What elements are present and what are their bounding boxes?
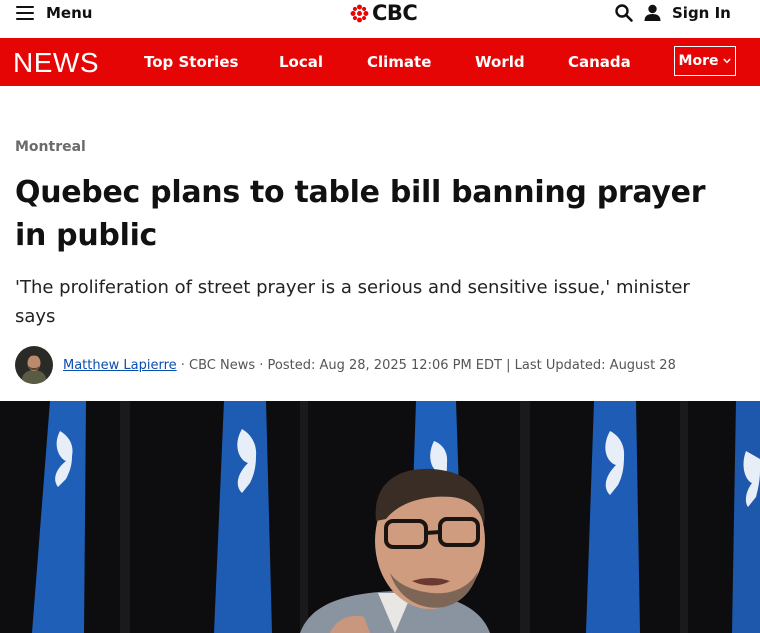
- hamburger-icon: [16, 6, 34, 20]
- nav-item-world[interactable]: World: [475, 53, 525, 71]
- user-icon: [644, 4, 661, 21]
- cbc-gem-icon: [350, 4, 369, 22]
- byline-meta: · CBC News · Posted: Aug 28, 2025 12:06 …: [176, 357, 676, 373]
- news-nav-bar: NEWS Top Stories Local Climate World Can…: [0, 38, 760, 86]
- top-bar: Menu CBC Sign In: [0, 0, 760, 38]
- menu-label: Menu: [46, 4, 93, 22]
- cbc-logo-text: CBC: [372, 1, 418, 25]
- article-headline: Quebec plans to table bill banning praye…: [15, 175, 706, 253]
- news-logo[interactable]: NEWS: [13, 47, 99, 79]
- nav-item-local[interactable]: Local: [279, 53, 323, 71]
- menu-button[interactable]: Menu: [16, 3, 92, 23]
- more-label: More: [678, 53, 719, 69]
- nav-item-climate[interactable]: Climate: [367, 53, 431, 71]
- sign-in-label: Sign In: [672, 4, 731, 22]
- byline: Matthew Lapierre · CBC News · Posted: Au…: [15, 346, 676, 384]
- cbc-logo[interactable]: CBC: [350, 1, 418, 25]
- author-avatar[interactable]: [15, 346, 53, 384]
- nav-item-top-stories[interactable]: Top Stories: [144, 53, 238, 71]
- more-button[interactable]: More: [674, 46, 736, 76]
- article-deck: 'The proliferation of street prayer is a…: [15, 277, 690, 327]
- section-label[interactable]: Montreal: [15, 139, 86, 155]
- lead-photo: [0, 401, 760, 633]
- author-link[interactable]: Matthew Lapierre: [63, 358, 177, 373]
- sign-in-button[interactable]: Sign In: [644, 3, 731, 23]
- chevron-down-icon: [723, 58, 731, 64]
- search-icon[interactable]: [614, 3, 634, 23]
- nav-item-canada[interactable]: Canada: [568, 53, 631, 71]
